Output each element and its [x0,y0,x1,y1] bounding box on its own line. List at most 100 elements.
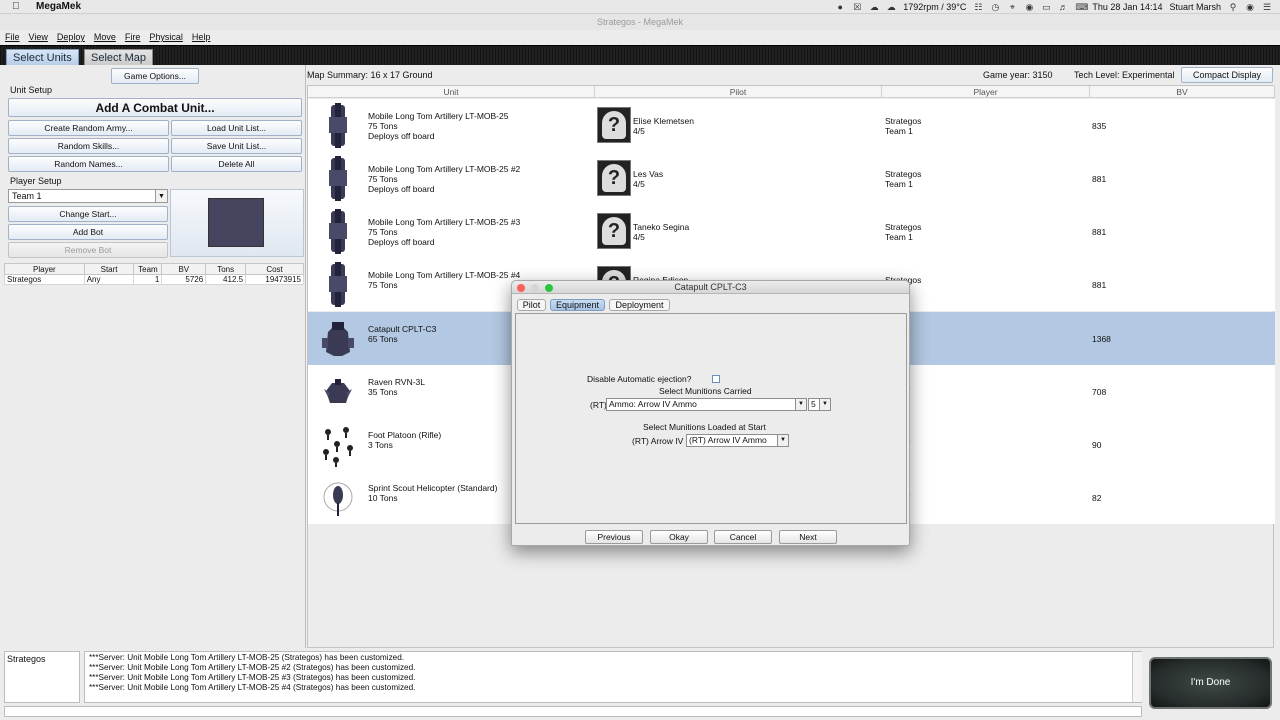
dialog-title[interactable]: Catapult CPLT-C3 [512,281,909,294]
random-skills-button[interactable]: Random Skills... [8,138,169,154]
col-unit[interactable]: Unit [308,86,595,98]
list-icon[interactable]: ☰ [1262,2,1272,12]
close-icon[interactable] [517,284,525,292]
record-icon[interactable]: ● [835,2,845,12]
munitions-select[interactable]: Ammo: Arrow IV Ammo ▼ [606,398,807,411]
bluetooth-icon[interactable]: ⌖ [1007,2,1017,12]
wifi-icon[interactable]: ◉ [1024,2,1034,12]
date-time[interactable]: Thu 28 Jan 14:14 [1092,2,1162,12]
col-bv[interactable]: BV [1090,86,1275,98]
time-machine-icon[interactable]: ◷ [990,2,1000,12]
cloud-icon[interactable]: ☁ [869,2,879,12]
fan-status[interactable]: 1792rpm / 39°C [903,2,966,12]
delete-all-button[interactable]: Delete All [171,156,302,172]
random-names-button[interactable]: Random Names... [8,156,169,172]
mech-unit-icon [324,379,352,403]
menu-file[interactable]: File [5,32,20,42]
col-player[interactable]: Player [882,86,1090,98]
menu-fire[interactable]: Fire [125,32,141,42]
tab-select-map[interactable]: Select Map [84,49,154,66]
binoculars-icon[interactable]: ☷ [973,2,983,12]
chat-line: ***Server: Unit Mobile Long Tom Artiller… [89,653,405,662]
unit-info: Raven RVN-3L 35 Tons [368,377,425,397]
chevron-down-icon[interactable]: ▼ [155,190,167,202]
save-unit-list-button[interactable]: Save Unit List... [171,138,302,154]
table-row[interactable]: Mobile Long Tom Artillery LT-MOB-25 75 T… [308,99,1275,152]
user-name[interactable]: Stuart Marsh [1169,2,1221,12]
tab-select-units[interactable]: Select Units [6,49,79,66]
add-bot-button[interactable]: Add Bot [8,224,168,240]
team-select[interactable]: Team 1 ▼ [8,189,168,203]
chat-player-list[interactable]: Strategos [4,651,80,703]
done-button[interactable]: I'm Done [1149,657,1272,709]
pilot-info: Elise Klemetsen 4/5 [633,116,694,136]
col-pilot[interactable]: Pilot [595,86,882,98]
menu-deploy[interactable]: Deploy [57,32,85,42]
dialog-tab-deployment[interactable]: Deployment [609,299,670,311]
menu-view[interactable]: View [29,32,48,42]
unit-deploy: Deploys off board [368,237,435,247]
app-name[interactable]: MegaMek [36,1,81,12]
maximize-icon[interactable] [545,284,553,292]
chevron-down-icon[interactable]: ▼ [819,399,830,410]
menu-move[interactable]: Move [94,32,116,42]
apple-icon[interactable]:  [12,1,22,12]
chat-log[interactable]: ***Server: Unit Mobile Long Tom Artiller… [84,651,1142,703]
close-box-icon[interactable]: ☒ [852,2,862,12]
cell-team: 1 [133,274,163,285]
chat-input[interactable] [4,706,1142,717]
unit-info: Mobile Long Tom Artillery LT-MOB-25 75 T… [368,111,508,141]
game-options-button[interactable]: Game Options... [111,68,199,84]
player-setup-label: Player Setup [10,176,62,186]
menu-help[interactable]: Help [192,32,211,42]
airplay-icon[interactable]: ▭ [1041,2,1051,12]
col-team[interactable]: Team [133,263,163,275]
table-row[interactable]: Mobile Long Tom Artillery LT-MOB-25 #3 7… [308,205,1275,258]
siri-icon[interactable]: ◉ [1245,2,1255,12]
compact-display-button[interactable]: Compact Display [1181,67,1273,83]
load-unit-list-button[interactable]: Load Unit List... [171,120,302,136]
unit-bv: 1368 [1092,334,1111,344]
loaded-munitions-select[interactable]: (RT) Arrow IV Ammo ▼ [686,434,789,447]
cell-tons: 412.5 [205,274,247,285]
dialog-tab-equipment[interactable]: Equipment [550,299,605,311]
remove-bot-button[interactable]: Remove Bot [8,242,168,258]
disable-ejection-checkbox[interactable] [712,375,720,383]
previous-button[interactable]: Previous [585,530,643,544]
dialog-tab-pilot[interactable]: Pilot [517,299,546,311]
table-row[interactable]: Mobile Long Tom Artillery LT-MOB-25 #2 7… [308,152,1275,205]
okay-button[interactable]: Okay [650,530,708,544]
col-start[interactable]: Start [83,263,135,275]
munitions-count-select[interactable]: 5 ▼ [808,398,831,411]
cell-start: Any [83,274,135,285]
unit-bv: 881 [1092,174,1107,184]
menu-physical[interactable]: Physical [149,32,183,42]
col-bv[interactable]: BV [161,263,207,275]
unit-tons: 75 Tons [368,280,398,290]
main-header: Map Summary: 16 x 17 Ground Game year: 3… [307,67,1274,84]
minimize-icon[interactable] [531,284,539,292]
tech-level: Tech Level: Experimental [1074,70,1175,80]
player-name: Strategos [885,116,922,126]
player-team: Team 1 [885,232,913,242]
volume-icon[interactable]: ♬ [1058,2,1068,12]
equipment-panel: Disable Automatic ejection? Select Munit… [515,313,907,524]
col-tons[interactable]: Tons [205,263,247,275]
col-cost[interactable]: Cost [245,263,304,275]
col-player[interactable]: Player [4,263,85,275]
table-row[interactable]: Strategos Any 1 5726 412.5 19473915 [4,274,304,285]
search-icon[interactable]: ⚲ [1228,2,1238,12]
keyboard-icon[interactable]: ⌨ [1075,2,1088,12]
unit-info: Mobile Long Tom Artillery LT-MOB-25 #4 7… [368,270,520,290]
cancel-button[interactable]: Cancel [714,530,772,544]
next-button[interactable]: Next [779,530,837,544]
change-start-button[interactable]: Change Start... [8,206,168,222]
chat-scrollbar[interactable] [1132,652,1142,702]
chevron-down-icon[interactable]: ▼ [795,399,806,410]
cloud-icon[interactable]: ☁ [886,2,896,12]
create-random-army-button[interactable]: Create Random Army... [8,120,169,136]
add-combat-unit-button[interactable]: Add A Combat Unit... [8,98,302,117]
mac-menubar:  MegaMek ● ☒ ☁ ☁ 1792rpm / 39°C ☷ ◷ ⌖ ◉… [0,0,1280,14]
chevron-down-icon[interactable]: ▼ [777,435,788,446]
munitions-location: (RT) [590,400,607,410]
